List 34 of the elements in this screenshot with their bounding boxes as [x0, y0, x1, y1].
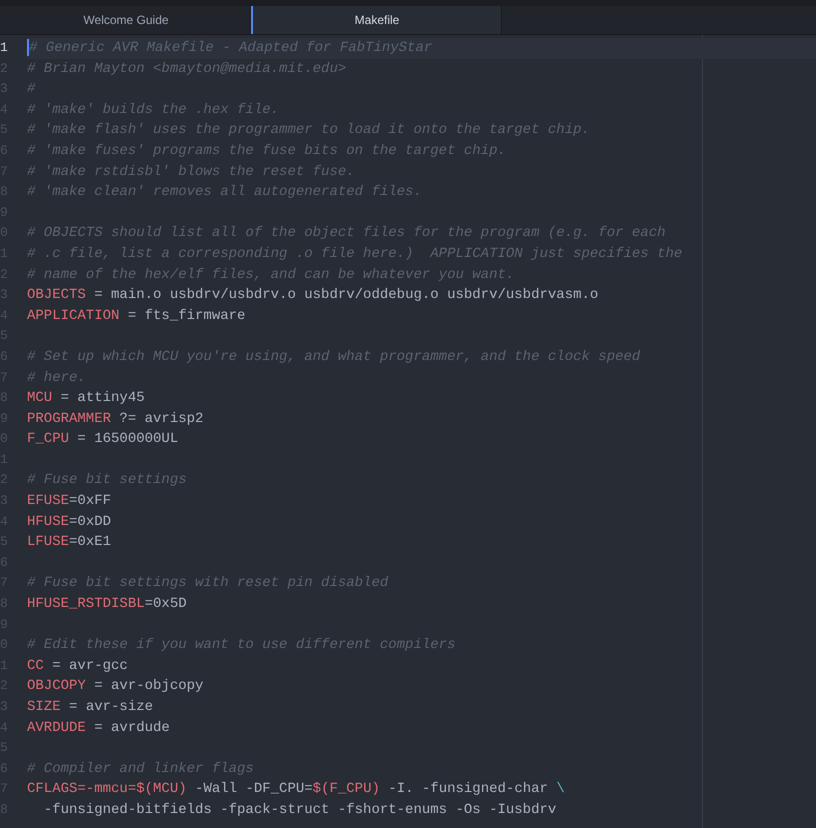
code-line: # here.	[27, 370, 86, 386]
code-line: # 'make clean' removes all autogenerated files.	[27, 184, 422, 200]
line-number: 1	[0, 39, 9, 57]
code-line: AVRDUDE = avrdude	[27, 720, 170, 736]
code-line: # 'make fuses' programs the fuse bits on the target chip.	[27, 142, 506, 159]
code-line: HFUSE_RSTDISBL=0x5D	[27, 596, 187, 612]
code-line: # Fuse bit settings with reset pin disabled	[27, 575, 388, 592]
code-line: CC = avr-gcc	[27, 658, 128, 674]
tab[interactable]: Makefile	[251, 6, 502, 34]
code-line: MCU = attiny45	[27, 390, 145, 406]
code-line: # Edit these if you want to use different compilers	[27, 637, 456, 654]
code-line: APPLICATION = fts_firmware	[27, 308, 246, 324]
code-line: CFLAGS=-mmcu=$(MCU) -Wall -DF_CPU=$(F_CPU) -I. -funsigned-char \	[27, 781, 565, 798]
code-line: #	[27, 81, 36, 98]
text-cursor	[27, 38, 29, 56]
code-line: # Brian Mayton <bmayton@media.mit.edu>	[27, 60, 346, 77]
code-line: # 'make' builds the .hex file.	[27, 102, 280, 118]
code-line: OBJCOPY = avr-objcopy	[27, 678, 204, 694]
code-line: -funsigned-bitfields -fpack-struct -fshort-enums -Os -Iusbdrv	[42, 802, 556, 818]
code-line: SIZE = avr-size	[27, 699, 154, 715]
code-line: # .c file, list a corresponding .o file here.) APPLICATION just specifies the	[27, 246, 682, 262]
code-line: # OBJECTS should list all of the object files for the program (e.g. for each	[27, 225, 666, 242]
code-line: # Set up which MCU you're using, and what programmer, and the clock speed	[27, 348, 640, 365]
code-line: # name of the hex/elf files, and can be whatever you want.	[27, 266, 514, 283]
code-line: # Compiler and linker flags	[27, 760, 254, 777]
code-line: F_CPU = 16500000UL	[27, 431, 178, 448]
code-line: OBJECTS = main.o usbdrv/usbdrv.o usbdrv/oddebug.o usbdrv/usbdrvasm.o	[27, 287, 598, 304]
code-line: PROGRAMMER ?= avrisp2	[27, 410, 204, 427]
code-line: # Fuse bit settings	[27, 472, 187, 488]
code-line: HFUSE=0xDD	[27, 514, 112, 530]
code-line: # 'make flash' uses the programmer to load it onto the target chip.	[27, 122, 590, 138]
code-line: EFUSE=0xFF	[27, 493, 112, 510]
code-line: # 'make rstdisbl' blows the reset fuse.	[27, 164, 355, 180]
code-line: LFUSE=0xE1	[27, 534, 112, 550]
